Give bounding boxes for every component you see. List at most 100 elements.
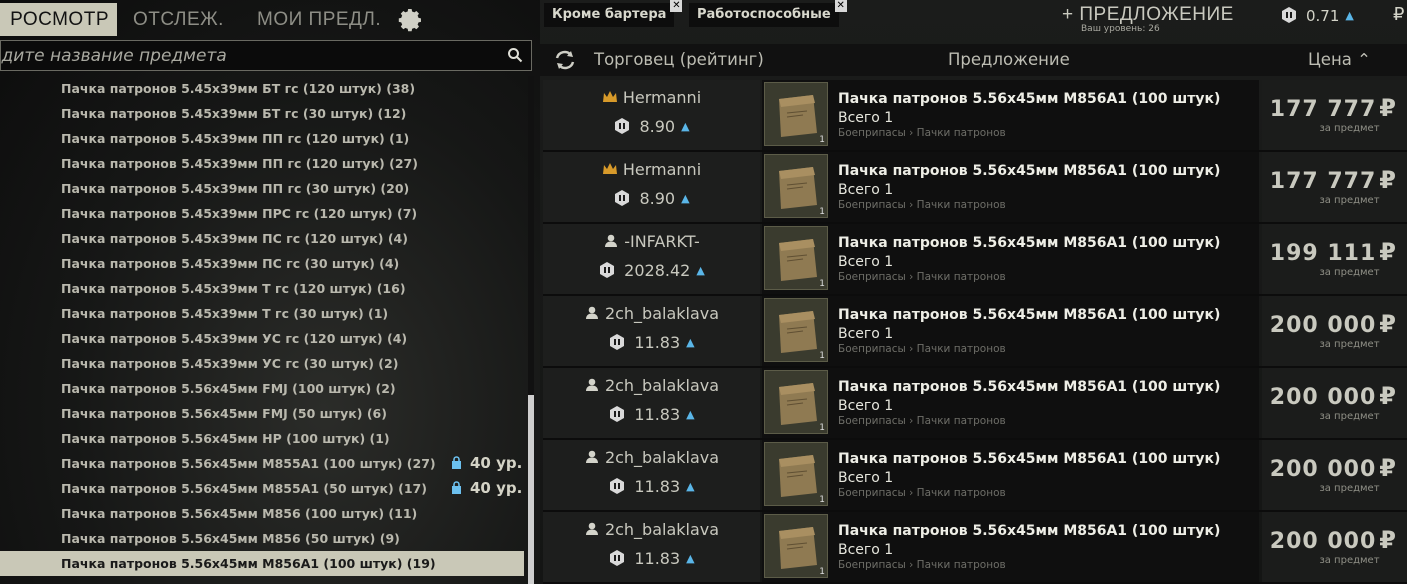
price-cell[interactable]: 200 000 ₽ за предмет	[1262, 440, 1407, 510]
list-item[interactable]: Пачка патронов 5.56x45мм FMJ (100 штук) …	[0, 376, 528, 401]
list-item[interactable]: Пачка патронов 5.45x39мм Т гс (120 штук)…	[0, 276, 528, 301]
column-offer[interactable]: Предложение	[948, 50, 1070, 69]
add-offer-button[interactable]: + ПРЕДЛОЖЕНИЕ	[1062, 4, 1234, 26]
seller-name[interactable]: 2ch_balaklava	[543, 520, 760, 539]
seller-name[interactable]: Hermanni	[543, 160, 760, 179]
item-thumbnail[interactable]: 1	[764, 370, 828, 434]
list-item[interactable]: Пачка патронов 5.45x39мм ПП гс (30 штук)…	[0, 176, 528, 201]
ammo-box-icon	[779, 95, 817, 137]
reputation-icon	[1282, 7, 1296, 23]
list-item[interactable]: Пачка патронов 5.45x39мм ПРС гс (120 шту…	[0, 201, 528, 226]
filter-functional[interactable]: Работоспособные ✕	[689, 0, 847, 27]
rouble-icon: ₽	[1393, 4, 1405, 25]
list-item-selected[interactable]: Пачка патронов 5.56x45мм M856A1 (100 шту…	[0, 551, 524, 576]
offer-item-name[interactable]: Пачка патронов 5.56x45мм M856A1 (100 шту…	[838, 523, 1220, 539]
offer-item-name[interactable]: Пачка патронов 5.56x45мм M856A1 (100 шту…	[838, 163, 1220, 179]
list-item[interactable]: Пачка патронов 5.45x39мм ПП гс (120 штук…	[0, 126, 528, 151]
offer-row[interactable]: 2ch_balaklava 11.83 ▲ 1 Пачка патронов 5.	[543, 296, 1407, 368]
list-item[interactable]: Пачка патронов 5.45x39мм УС гс (30 штук)…	[0, 351, 528, 376]
list-item[interactable]: Пачка патронов 5.56x45мм FMJ (50 штук) (…	[0, 401, 528, 426]
list-item[interactable]: Пачка патронов 5.45x39мм ПС гс (30 штук)…	[0, 251, 528, 276]
list-scrollbar-thumb[interactable]	[528, 395, 534, 584]
rouble-icon: ₽	[1379, 238, 1397, 266]
list-item[interactable]: Пачка патронов 5.56x45мм M856 (50 штук) …	[0, 526, 528, 551]
price-per-item: за предмет	[1319, 123, 1380, 134]
offer-row[interactable]: Hermanni 8.90 ▲ 1 Пачка патронов 5.56x45м	[543, 80, 1407, 152]
item-thumbnail[interactable]: 1	[764, 442, 828, 506]
seller-rating: 2028.42 ▲	[543, 261, 760, 280]
arrow-up-icon: ▲	[696, 264, 705, 277]
column-trader[interactable]: Торговец (рейтинг)	[594, 50, 764, 69]
list-item[interactable]: Пачка патронов 5.45x39мм УС гс (120 штук…	[0, 326, 528, 351]
offer-item-name[interactable]: Пачка патронов 5.56x45мм M856A1 (100 шту…	[838, 307, 1220, 323]
close-icon[interactable]: ✕	[834, 0, 847, 12]
list-item[interactable]: Пачка патронов 5.56x45мм HP (100 штук) (…	[0, 426, 528, 451]
item-count: 1	[819, 351, 825, 361]
price-cell[interactable]: 200 000 ₽ за предмет	[1262, 368, 1407, 438]
filter-no-barter[interactable]: Кроме бартера ✕	[544, 0, 683, 27]
offer-item-name[interactable]: Пачка патронов 5.56x45мм M856A1 (100 шту…	[838, 451, 1220, 467]
price-cell[interactable]: 177 777 ₽ за предмет	[1262, 80, 1407, 150]
offer-row[interactable]: -INFARKT- 2028.42 ▲ 1 Пачка патронов 5.56	[543, 224, 1407, 296]
tab-browse[interactable]: РОСМОТР	[0, 3, 117, 36]
item-thumbnail[interactable]: 1	[764, 514, 828, 578]
seller-name[interactable]: Hermanni	[543, 88, 760, 107]
list-item[interactable]: Пачка патронов 5.45x39мм ПС гс (120 штук…	[0, 226, 528, 251]
list-item[interactable]: Пачка патронов 5.56x45мм M856 (100 штук)…	[0, 501, 528, 526]
price-cell[interactable]: 199 111 ₽ за предмет	[1262, 224, 1407, 294]
search-input[interactable]	[1, 41, 501, 70]
search-icon[interactable]	[507, 47, 523, 63]
list-item[interactable]: Пачка патронов 5.45x39мм БТ гс (30 штук)…	[0, 101, 528, 126]
lock-level: 40 ур.	[470, 479, 523, 497]
item-cell: 1 Пачка патронов 5.56x45мм M856A1 (100 ш…	[762, 440, 1259, 510]
seller-cell: 2ch_balaklava 11.83 ▲	[543, 296, 760, 366]
offer-item-name[interactable]: Пачка патронов 5.56x45мм M856A1 (100 шту…	[838, 235, 1220, 251]
list-item[interactable]: Пачка патронов 5.56x45мм M855A1 (50 штук…	[0, 476, 528, 501]
list-item[interactable]: Пачка патронов 5.45x39мм БТ гс (120 штук…	[0, 76, 528, 101]
item-thumbnail[interactable]: 1	[764, 298, 828, 362]
offer-row[interactable]: Hermanni 8.90 ▲ 1 Пачка патронов 5.56x45м	[543, 152, 1407, 224]
offer-row[interactable]: 2ch_balaklava 11.83 ▲ 1 Пачка патронов 5.	[543, 512, 1407, 584]
item-thumbnail[interactable]: 1	[764, 82, 828, 146]
ammo-box-icon	[779, 239, 817, 281]
gear-icon[interactable]	[396, 6, 424, 34]
column-price[interactable]: Цена ⌃	[1308, 50, 1371, 69]
crown-icon	[602, 91, 617, 102]
item-thumbnail[interactable]: 1	[764, 226, 828, 290]
close-icon[interactable]: ✕	[670, 0, 683, 12]
offer-quantity: Всего 1	[838, 398, 894, 414]
item-count: 1	[819, 495, 825, 505]
offer-price: 200 000 ₽	[1269, 382, 1397, 410]
offer-row[interactable]: 2ch_balaklava 11.83 ▲ 1 Пачка патронов 5.	[543, 440, 1407, 512]
seller-name[interactable]: -INFARKT-	[543, 232, 760, 251]
offer-item-name[interactable]: Пачка патронов 5.56x45мм M856A1 (100 шту…	[838, 91, 1220, 107]
price-cell[interactable]: 177 777 ₽ за предмет	[1262, 152, 1407, 222]
tab-my-offers[interactable]: МОИ ПРЕДЛ.	[257, 3, 381, 36]
offer-price: 200 000 ₽	[1269, 310, 1397, 338]
list-item[interactable]: Пачка патронов 5.56x45мм M855A1 (100 шту…	[0, 451, 528, 476]
seller-rating: 8.90 ▲	[543, 117, 760, 136]
tab-track[interactable]: ОТСЛЕЖ.	[133, 3, 224, 36]
seller-name[interactable]: 2ch_balaklava	[543, 376, 760, 395]
offer-category: Боеприпасы › Пачки патронов	[838, 199, 1006, 211]
item-count: 1	[819, 567, 825, 577]
item-cell: 1 Пачка патронов 5.56x45мм M856A1 (100 ш…	[762, 80, 1259, 150]
item-thumbnail[interactable]: 1	[764, 154, 828, 218]
offer-quantity: Всего 1	[838, 254, 894, 270]
price-cell[interactable]: 200 000 ₽ за предмет	[1262, 296, 1407, 366]
item-cell: 1 Пачка патронов 5.56x45мм M856A1 (100 ш…	[762, 368, 1259, 438]
offer-row[interactable]: 2ch_balaklava 11.83 ▲ 1 Пачка патронов 5.	[543, 368, 1407, 440]
refresh-icon[interactable]	[554, 50, 576, 70]
item-cell: 1 Пачка патронов 5.56x45мм M856A1 (100 ш…	[762, 224, 1259, 294]
list-item[interactable]: Пачка патронов 5.45x39мм Т гс (30 штук) …	[0, 301, 528, 326]
price-cell[interactable]: 200 000 ₽ за предмет	[1262, 512, 1407, 582]
list-item[interactable]: Пачка патронов 5.45x39мм ПП гс (120 штук…	[0, 151, 528, 176]
seller-name[interactable]: 2ch_balaklava	[543, 448, 760, 467]
offer-category: Боеприпасы › Пачки патронов	[838, 487, 1006, 499]
seller-rating: 11.83 ▲	[543, 477, 760, 496]
seller-name[interactable]: 2ch_balaklava	[543, 304, 760, 323]
arrow-up-icon: ▲	[686, 480, 695, 493]
offer-price: 200 000 ₽	[1269, 526, 1397, 554]
offer-item-name[interactable]: Пачка патронов 5.56x45мм M856A1 (100 шту…	[838, 379, 1220, 395]
seller-rating: 11.83 ▲	[543, 405, 760, 424]
